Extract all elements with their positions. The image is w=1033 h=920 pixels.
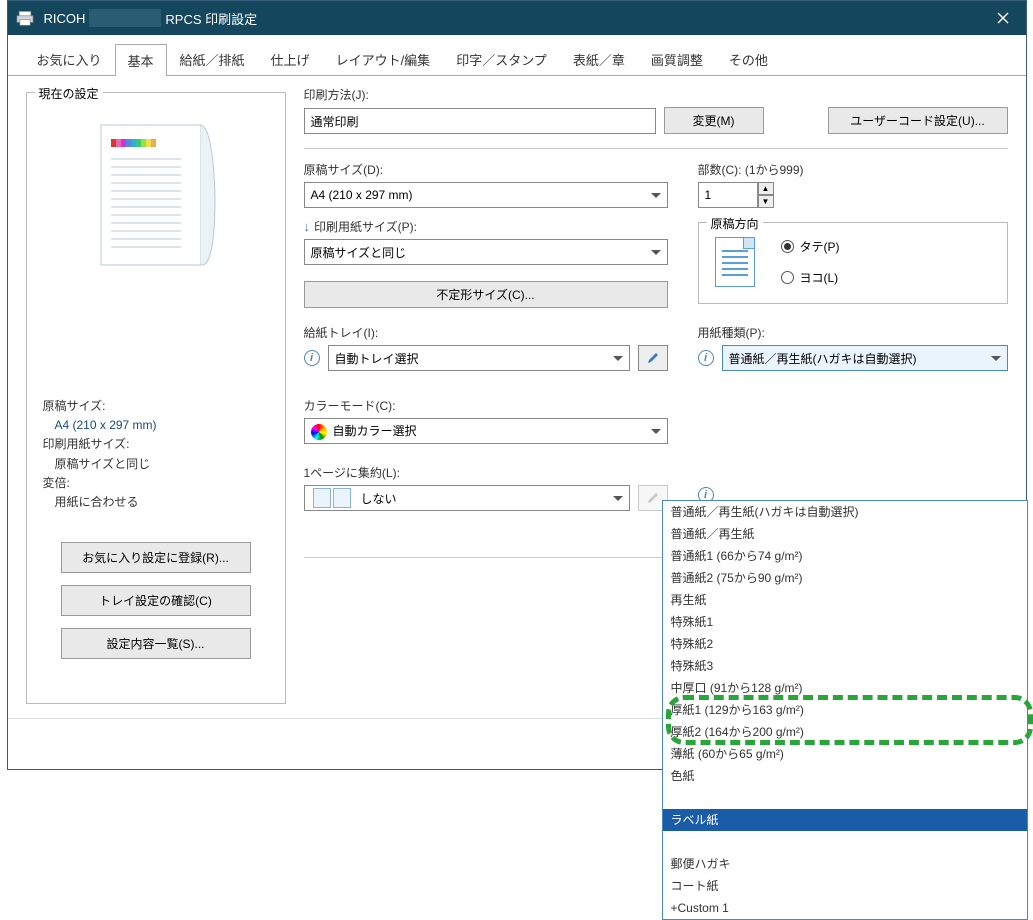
paper-type-option[interactable]: 普通紙／再生紙(ハガキは自動選択) bbox=[663, 501, 1027, 523]
paper-type-option[interactable]: 薄紙 (60から65 g/m²) bbox=[663, 743, 1027, 765]
paper-type-option[interactable]: +Custom 1 bbox=[663, 897, 1027, 919]
paper-type-option[interactable]: 色紙 bbox=[663, 765, 1027, 787]
paper-type-option[interactable]: 普通紙／再生紙 bbox=[663, 523, 1027, 545]
close-button[interactable] bbox=[980, 1, 1026, 35]
orientation-legend: 原稿方向 bbox=[707, 215, 763, 232]
tab-0[interactable]: お気に入り bbox=[24, 43, 115, 75]
tab-bar: お気に入り基本給紙／排紙仕上げレイアウト/編集印字／スタンプ表紙／章画質調整その… bbox=[8, 35, 1026, 76]
paper-type-option[interactable]: 特殊紙3 bbox=[663, 655, 1027, 677]
portrait-icon bbox=[715, 237, 755, 287]
paper-type-option[interactable]: 厚紙1 (129から163 g/m²) bbox=[663, 699, 1027, 721]
doc-size-label: 原稿サイズ(D): bbox=[304, 161, 668, 178]
paper-type-option[interactable] bbox=[663, 787, 1027, 809]
print-method-value: 通常印刷 bbox=[304, 108, 656, 134]
close-icon bbox=[997, 12, 1009, 24]
printer-icon bbox=[16, 10, 34, 26]
color-mode-label: カラーモード(C): bbox=[304, 397, 668, 414]
paper-type-option[interactable]: 中厚口 (91から128 g/m²) bbox=[663, 677, 1027, 699]
user-code-button[interactable]: ユーザーコード設定(U)... bbox=[828, 107, 1008, 134]
copies-up[interactable]: ▲ bbox=[758, 182, 774, 195]
title-redacted bbox=[89, 9, 161, 27]
tab-4[interactable]: レイアウト/編集 bbox=[323, 43, 444, 75]
tab-5[interactable]: 印字／スタンプ bbox=[443, 43, 560, 75]
title-brand: RICOH bbox=[44, 11, 86, 26]
paper-type-option[interactable]: 特殊紙1 bbox=[663, 611, 1027, 633]
print-method-label: 印刷方法(J): bbox=[304, 86, 1008, 103]
tab-1[interactable]: 基本 bbox=[115, 44, 167, 76]
nup-select[interactable]: しない bbox=[304, 485, 630, 511]
paper-type-dropdown[interactable]: 普通紙／再生紙(ハガキは自動選択)普通紙／再生紙普通紙1 (66から74 g/m… bbox=[662, 500, 1028, 920]
print-settings-dialog: RICOH RPCS 印刷設定 お気に入り基本給紙／排紙仕上げレイアウト/編集印… bbox=[7, 0, 1027, 770]
tray-label: 給紙トレイ(I): bbox=[304, 324, 668, 341]
orientation-landscape-radio[interactable]: ヨコ(L) bbox=[781, 269, 840, 286]
settings-summary: 原稿サイズ: A4 (210 x 297 mm) 印刷用紙サイズ: 原稿サイズと… bbox=[37, 397, 275, 512]
document-preview-icon bbox=[91, 117, 221, 287]
copies-label: 部数(C): (1から999) bbox=[698, 161, 1008, 178]
paper-type-option[interactable]: 再生紙 bbox=[663, 589, 1027, 611]
pencil-icon bbox=[646, 351, 660, 365]
nup-label: 1ページに集約(L): bbox=[304, 464, 668, 481]
check-tray-button[interactable]: トレイ設定の確認(C) bbox=[61, 585, 251, 616]
print-paper-size-select[interactable]: 原稿サイズと同じ bbox=[304, 239, 668, 265]
tab-8[interactable]: その他 bbox=[716, 43, 781, 75]
title-suffix: RPCS 印刷設定 bbox=[165, 9, 257, 28]
orientation-portrait-radio[interactable]: タテ(P) bbox=[781, 238, 840, 255]
paper-type-select[interactable]: 普通紙／再生紙(ハガキは自動選択) bbox=[722, 345, 1008, 371]
pencil-icon bbox=[646, 491, 660, 505]
tab-3[interactable]: 仕上げ bbox=[258, 43, 323, 75]
summary-zoom-label: 変倍: bbox=[43, 474, 275, 493]
info-icon[interactable]: i bbox=[304, 350, 320, 366]
paper-type-option[interactable]: 普通紙2 (75から90 g/m²) bbox=[663, 567, 1027, 589]
arrow-down-icon: ↓ bbox=[304, 219, 311, 234]
change-button[interactable]: 変更(M) bbox=[664, 107, 764, 134]
paper-type-label: 用紙種類(P): bbox=[698, 324, 1008, 341]
paper-type-option[interactable]: 普通紙1 (66から74 g/m²) bbox=[663, 545, 1027, 567]
paper-type-option[interactable]: 郵便ハガキ bbox=[663, 853, 1027, 875]
paper-type-option[interactable]: コート紙 bbox=[663, 875, 1027, 897]
tray-select[interactable]: 自動トレイ選択 bbox=[328, 345, 630, 371]
tab-6[interactable]: 表紙／章 bbox=[560, 43, 638, 75]
copies-input[interactable] bbox=[698, 182, 758, 208]
color-wheel-icon bbox=[311, 424, 327, 440]
tray-edit-button[interactable] bbox=[638, 345, 668, 371]
color-mode-select[interactable]: 自動カラー選択 bbox=[304, 418, 668, 444]
info-icon[interactable]: i bbox=[698, 350, 714, 366]
orientation-group: 原稿方向 タテ(P) ヨコ(L) bbox=[698, 222, 1008, 304]
paper-type-option[interactable] bbox=[663, 831, 1027, 853]
copies-spinner[interactable]: ▲▼ bbox=[698, 182, 1008, 208]
pages-icon bbox=[311, 485, 353, 511]
current-settings-legend: 現在の設定 bbox=[35, 85, 103, 102]
copies-down[interactable]: ▼ bbox=[758, 195, 774, 208]
tab-2[interactable]: 給紙／排紙 bbox=[167, 43, 258, 75]
paper-type-option[interactable]: ラベル紙 bbox=[663, 809, 1027, 831]
summary-printsize-label: 印刷用紙サイズ: bbox=[43, 435, 275, 454]
print-paper-size-label: ↓印刷用紙サイズ(P): bbox=[304, 218, 668, 235]
tab-7[interactable]: 画質調整 bbox=[638, 43, 716, 75]
summary-docsize-value: A4 (210 x 297 mm) bbox=[43, 416, 275, 435]
paper-type-option[interactable]: 厚紙2 (164から200 g/m²) bbox=[663, 721, 1027, 743]
doc-size-select[interactable]: A4 (210 x 297 mm) bbox=[304, 182, 668, 208]
register-favorite-button[interactable]: お気に入り設定に登録(R)... bbox=[61, 542, 251, 573]
paper-type-option[interactable]: 特殊紙2 bbox=[663, 633, 1027, 655]
summary-zoom-value: 用紙に合わせる bbox=[43, 493, 275, 512]
summary-printsize-value: 原稿サイズと同じ bbox=[43, 455, 275, 474]
settings-list-button[interactable]: 設定内容一覧(S)... bbox=[61, 628, 251, 659]
custom-size-button[interactable]: 不定形サイズ(C)... bbox=[304, 281, 668, 308]
summary-docsize-label: 原稿サイズ: bbox=[43, 397, 275, 416]
current-settings-group: 現在の設定 原稿サイズ: A4 (210 x 297 mm) 印刷用紙サイズ: bbox=[26, 92, 286, 704]
titlebar: RICOH RPCS 印刷設定 bbox=[8, 1, 1026, 35]
